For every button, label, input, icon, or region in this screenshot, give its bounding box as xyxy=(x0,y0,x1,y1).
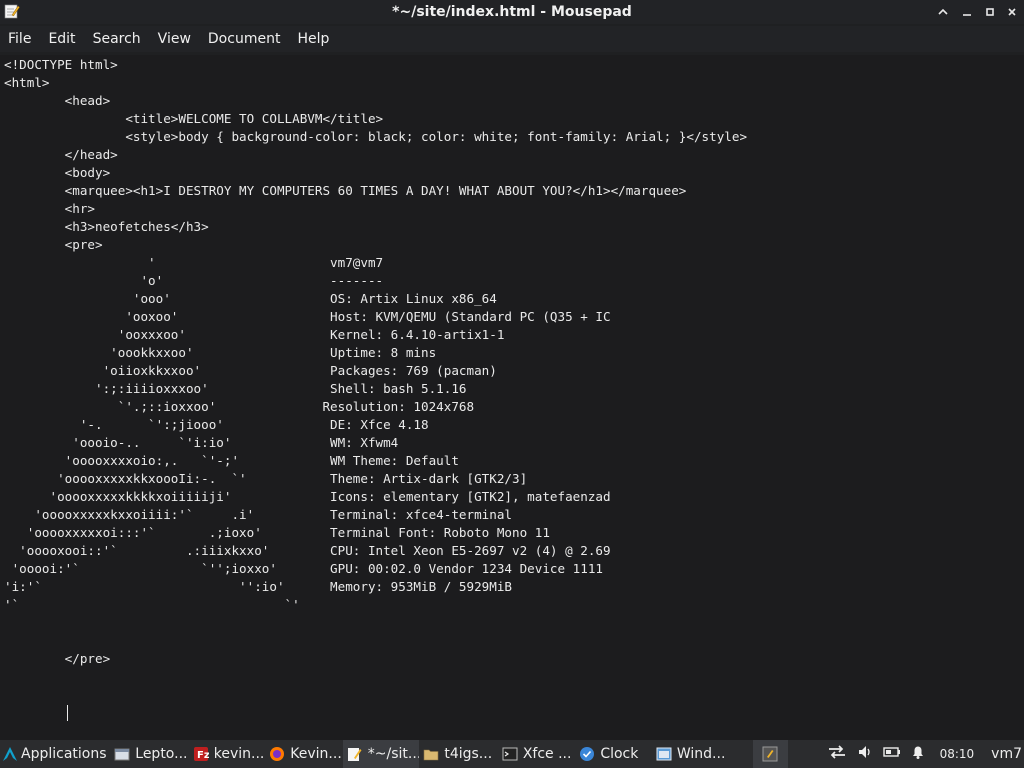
code-line: ':;:iiiioxxxoo' Shell: bash 5.1.16 xyxy=(4,381,467,396)
menu-search[interactable]: Search xyxy=(85,31,149,47)
workspace-switcher[interactable] xyxy=(752,740,788,768)
restore-button[interactable] xyxy=(957,2,977,22)
code-line: '` `' xyxy=(4,597,300,612)
taskbar-item-mousepad[interactable]: *~/sit... xyxy=(342,740,420,768)
applications-label: Applications xyxy=(21,746,107,762)
code-text: <!DOCTYPE html> <html> <head> <title>WELC… xyxy=(0,56,747,668)
code-line: <hr> xyxy=(4,201,95,216)
code-line: <style>body { background-color: black; c… xyxy=(4,129,748,144)
code-line: '-. `':;jiooo' DE: Xfce 4.18 xyxy=(4,417,429,432)
applications-menu-button[interactable]: Applications ⁝ xyxy=(0,740,110,768)
title-bar[interactable]: *~/site/index.html - Mousepad xyxy=(0,0,1024,24)
code-line: 'ooooxxxxoio:,. `'-;' WM Theme: Default xyxy=(4,453,459,468)
code-line: 'ooo' OS: Artix Linux x86_64 xyxy=(4,291,497,306)
taskbar-item-label: t4igs... xyxy=(444,746,493,762)
menu-file[interactable]: File xyxy=(0,31,39,47)
code-line: 'ooooxxxxxkkkkxoiiiiiji' Icons: elementa… xyxy=(4,489,611,504)
maximize-button[interactable] xyxy=(980,2,1000,22)
code-line: <head> xyxy=(4,93,111,108)
clock-app-icon xyxy=(580,747,595,761)
minimize-button[interactable] xyxy=(933,2,953,22)
code-line: 'ooxoo' Host: KVM/QEMU (Standard PC (Q35… xyxy=(4,309,611,324)
mousepad-app-icon xyxy=(4,4,20,19)
system-tray: 08:10 vm7 xyxy=(822,743,1024,765)
code-line: <h3>neofetches</h3> xyxy=(4,219,209,234)
maximize-square-icon xyxy=(986,8,994,16)
code-line: <marquee><h1>I DESTROY MY COMPUTERS 60 T… xyxy=(4,183,687,198)
network-arrows-icon[interactable] xyxy=(827,743,847,765)
window-app-icon xyxy=(656,747,672,761)
window-title: *~/site/index.html - Mousepad xyxy=(392,4,632,20)
battery-icon[interactable] xyxy=(882,745,901,763)
menu-help[interactable]: Help xyxy=(289,31,337,47)
close-button[interactable] xyxy=(1002,2,1022,22)
code-line: 'oiioxkkxxoo' Packages: 769 (pacman) xyxy=(4,363,497,378)
taskbar-item-label: *~/sit... xyxy=(367,746,420,762)
taskbar-item-label: Lepto... xyxy=(135,746,188,762)
code-line: `'.;::ioxxoo' Resolution: 1024x768 xyxy=(4,399,475,414)
text-caret xyxy=(67,705,68,721)
minimize-line-icon xyxy=(963,14,971,16)
terminal-icon xyxy=(502,747,518,761)
code-line: <title>WELCOME TO COLLABVM</title> xyxy=(4,111,384,126)
taskbar-item-clock[interactable]: Clock xyxy=(575,740,652,768)
taskbar-item-firefox[interactable]: Kevin... xyxy=(265,740,343,768)
svg-text:Fz: Fz xyxy=(197,750,209,761)
mousepad-icon xyxy=(347,748,362,761)
code-line: <html> xyxy=(4,75,50,90)
code-line: 'ooooxooi::'` .:iiixkxxo' CPU: Intel Xeo… xyxy=(4,543,611,558)
clock-time[interactable]: 08:10 xyxy=(940,747,975,761)
filezilla-icon: Fz xyxy=(193,747,209,761)
code-line: 'oooio-.. `'i:io' WM: Xfwm4 xyxy=(4,435,399,450)
code-line: <!DOCTYPE html> xyxy=(4,57,118,72)
code-line: <body> xyxy=(4,165,111,180)
volume-icon[interactable] xyxy=(857,744,873,764)
code-line: 'ooooxxxxxkxxoiiii:'` .i' Terminal: xfce… xyxy=(4,507,512,522)
code-line: 'ooooi:'` `'';ioxxo' GPU: 00:02.0 Vendor… xyxy=(4,561,603,576)
text-editor-area[interactable]: <!DOCTYPE html> <html> <head> <title>WELC… xyxy=(0,55,1024,740)
taskbar-item-filezilla[interactable]: Fz kevin... xyxy=(189,740,266,768)
notification-bell-icon[interactable] xyxy=(911,744,925,764)
code-line: 'ooooxxxxxoi:::'` .;ioxo' Terminal Font:… xyxy=(4,525,550,540)
artix-logo-icon xyxy=(3,747,17,761)
taskbar-item-label: Xfce ... xyxy=(522,746,572,762)
taskbar: Applications ⁝ Lepto... Fz kevin... Kevi… xyxy=(0,740,1024,768)
taskbar-item-label: kevin... xyxy=(213,746,265,762)
code-line: </head> xyxy=(4,147,118,162)
taskbar-item-label: Kevin... xyxy=(290,746,342,762)
code-line: <pre> xyxy=(4,237,103,252)
window-icon xyxy=(114,748,130,761)
menu-bar: File Edit Search View Document Help xyxy=(0,26,1024,52)
menu-view[interactable]: View xyxy=(150,31,199,47)
code-line: </pre> xyxy=(4,651,111,666)
code-line: 'oookkxxoo' Uptime: 8 mins xyxy=(4,345,437,360)
taskbar-item-terminal[interactable]: Xfce ... xyxy=(498,740,576,768)
code-line: 'ooxxxoo' Kernel: 6.4.10-artix1-1 xyxy=(4,327,505,342)
user-name[interactable]: vm7 xyxy=(991,746,1022,762)
taskbar-item-label: Clock xyxy=(600,746,639,762)
folder-icon xyxy=(424,749,439,761)
workspace-preview-icon xyxy=(762,746,778,762)
taskbar-item-file-manager[interactable]: t4igs... xyxy=(419,740,497,768)
close-icon xyxy=(1008,8,1016,16)
code-line: 'i:'` '':io' Memory: 953MiB / 5929MiB xyxy=(4,579,512,594)
menu-document[interactable]: Document xyxy=(200,31,289,47)
taskbar-item-label: Wind... xyxy=(676,746,726,762)
menu-edit[interactable]: Edit xyxy=(40,31,83,47)
taskbar-item-windows[interactable]: Wind... xyxy=(652,740,731,768)
taskbar-item-lepto[interactable]: Lepto... xyxy=(110,740,188,768)
code-line: 'o' ------- xyxy=(4,273,384,288)
chevron-up-icon xyxy=(938,8,948,15)
firefox-icon xyxy=(270,747,285,761)
code-line: 'ooooxxxxxkkxoooIi:-. `' Theme: Artix-da… xyxy=(4,471,528,486)
code-line: ' vm7@vm7 xyxy=(4,255,384,270)
